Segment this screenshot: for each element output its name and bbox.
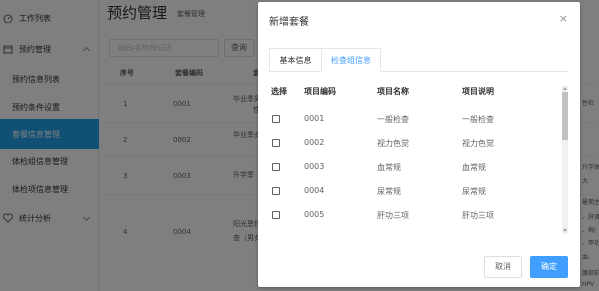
column-header: 选择 bbox=[271, 87, 287, 96]
table-row: 0005 肝功三项 肝功三项 bbox=[269, 203, 571, 227]
row-checkbox[interactable] bbox=[272, 163, 280, 171]
row-checkbox[interactable] bbox=[272, 211, 280, 219]
add-package-dialog: 新增套餐 × 基本信息 检查组信息 选择 项目编码 项目名称 项目说明 0001… bbox=[258, 2, 580, 287]
scroll-down-icon[interactable] bbox=[563, 229, 567, 232]
row-checkbox[interactable] bbox=[272, 187, 280, 195]
tab-check-group-info[interactable]: 检查组信息 bbox=[321, 48, 381, 72]
column-header: 项目说明 bbox=[462, 87, 494, 96]
scroll-up-icon[interactable] bbox=[563, 87, 567, 90]
table-row: 0001 一般检查 一般检查 bbox=[269, 107, 571, 131]
column-header: 项目编码 bbox=[304, 87, 336, 96]
close-icon[interactable]: × bbox=[559, 12, 568, 25]
check-group-table: 选择 项目编码 项目名称 项目说明 0001 一般检查 一般检查 0002 视力… bbox=[269, 86, 571, 234]
table-row: 0002 视力色觉 视力色觉 bbox=[269, 131, 571, 155]
tab-basic-info[interactable]: 基本信息 bbox=[269, 48, 321, 72]
table-row: 0003 血常规 血常规 bbox=[269, 155, 571, 179]
column-header: 项目名称 bbox=[377, 87, 409, 96]
cancel-button[interactable]: 取消 bbox=[484, 256, 522, 278]
row-checkbox[interactable] bbox=[272, 115, 280, 123]
scrollbar-thumb[interactable] bbox=[562, 92, 568, 140]
row-checkbox[interactable] bbox=[272, 139, 280, 147]
dialog-title: 新增套餐 bbox=[269, 17, 309, 28]
confirm-button[interactable]: 确定 bbox=[530, 256, 568, 278]
table-row: 0004 尿常规 尿常规 bbox=[269, 179, 571, 203]
dialog-tabs: 基本信息 检查组信息 bbox=[269, 48, 569, 72]
